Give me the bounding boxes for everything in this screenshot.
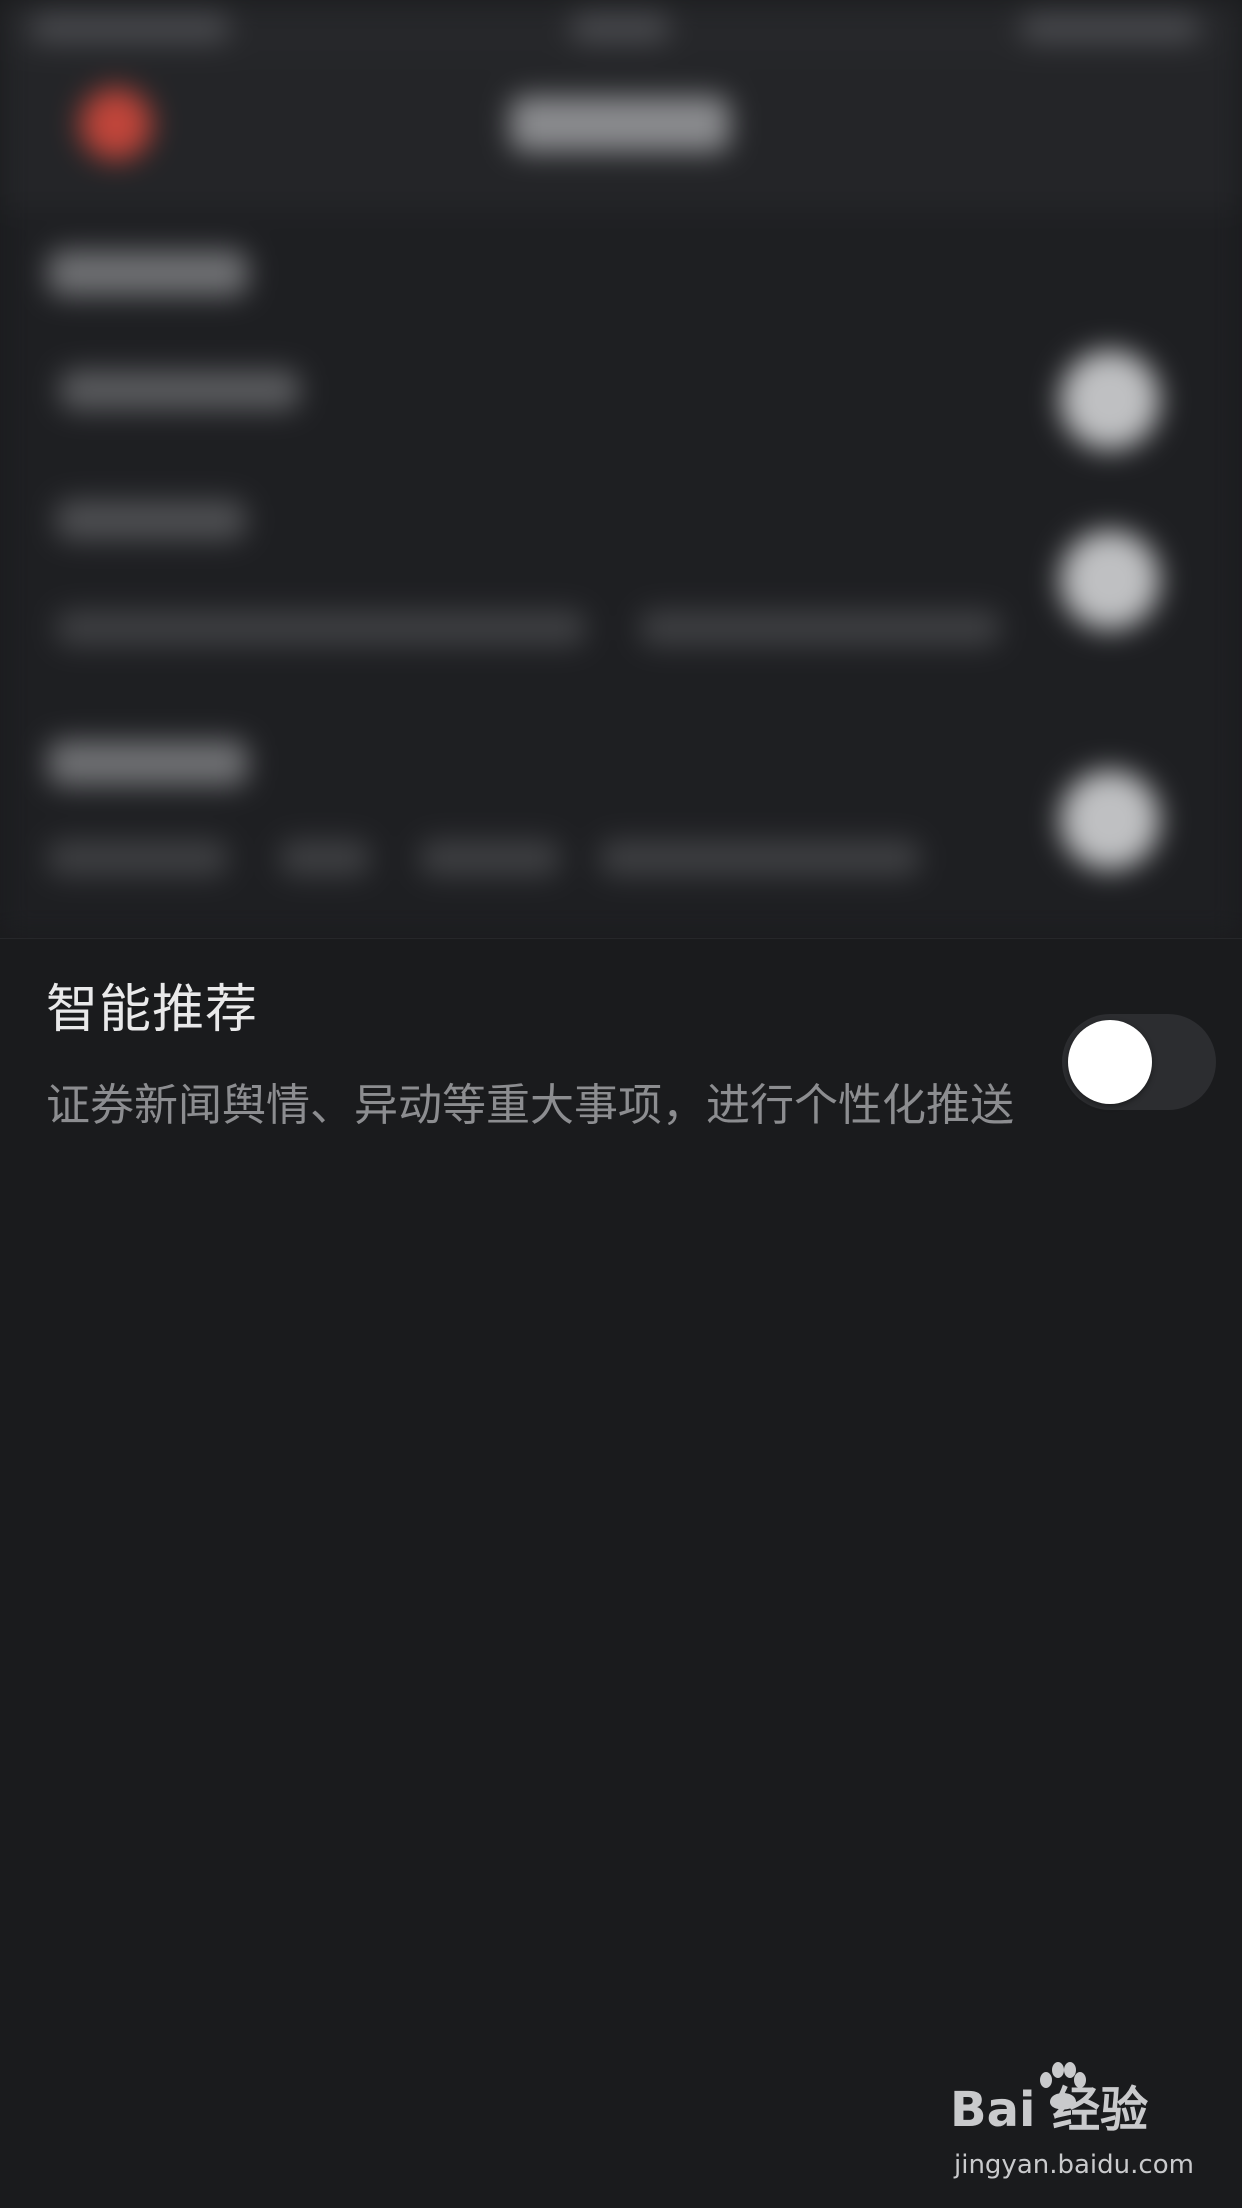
header-bar [0,60,1242,210]
toggle-knob [1068,1020,1152,1104]
status-bar [0,0,1242,60]
back-icon[interactable] [80,88,152,160]
smart-recommend-toggle[interactable] [1062,1014,1216,1110]
settings-screen: 智能推荐 证券新闻舆情、异动等重大事项，进行个性化推送 Bai 经验 jingy… [0,0,1242,2208]
watermark-url: jingyan.baidu.com [954,2150,1194,2180]
setting-title: 智能推荐 [46,980,259,1040]
blurred-background [0,0,1242,938]
paw-icon [1040,2062,1086,2110]
smart-recommend-setting-row: 智能推荐 证券新闻舆情、异动等重大事项，进行个性化推送 [0,938,1242,1174]
baidu-jingyan-watermark: Bai 经验 jingyan.baidu.com [950,2062,1210,2190]
blurred-settings-list [0,210,1242,938]
setting-description: 证券新闻舆情、异动等重大事项，进行个性化推送 [46,1080,1014,1131]
